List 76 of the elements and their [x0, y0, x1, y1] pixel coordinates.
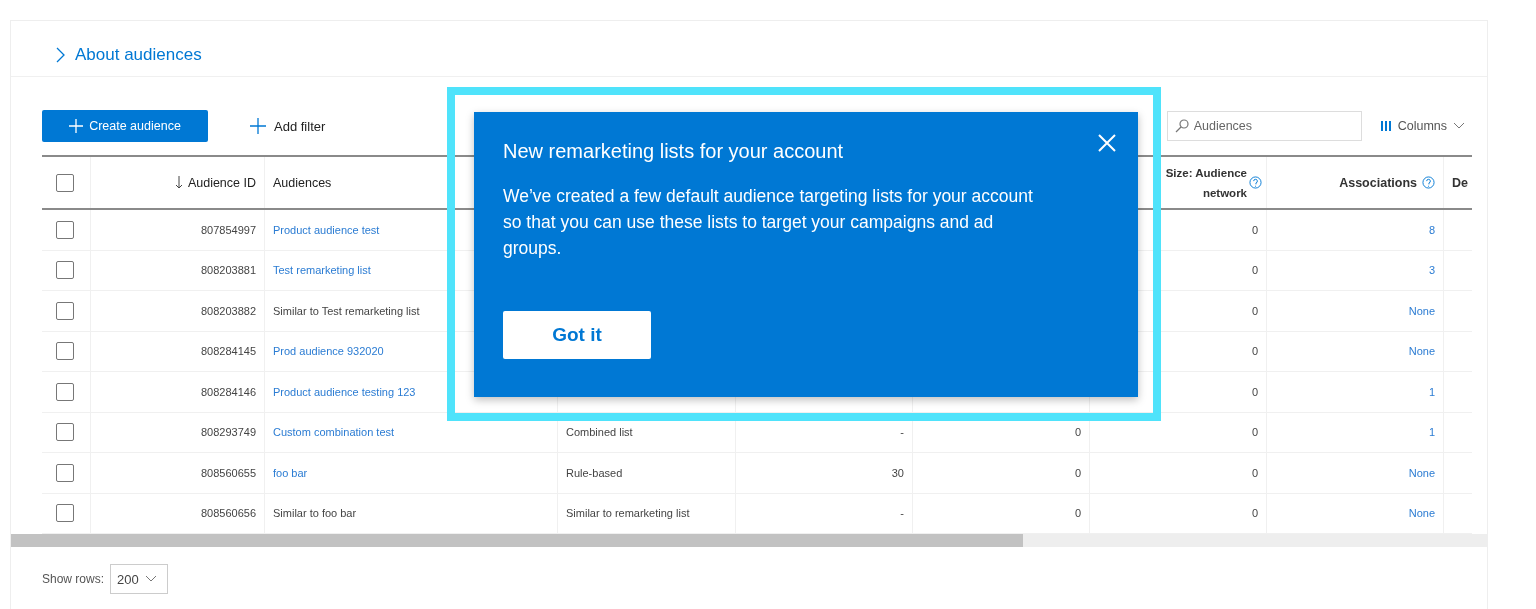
table-cell: 0 — [1074, 507, 1081, 520]
callout-text: We’ve created a few default audience targeting lists for your account so that you can use these lists to target your campaigns and ad groups. — [503, 185, 1034, 260]
table-cell: 0 — [1251, 223, 1258, 236]
columns-button[interactable]: Columns — [1373, 118, 1471, 134]
create-audience-button[interactable]: Create audience — [42, 110, 208, 142]
table-cell: 808284145 — [90, 331, 264, 371]
table-cell: Similar to Test remarketing list — [273, 304, 420, 317]
chevron-down-icon — [1453, 122, 1465, 130]
audience-link[interactable]: Product audience testing 123 — [273, 385, 416, 398]
close-button[interactable] — [1098, 134, 1116, 152]
show-rows-label: Show rows: — [42, 572, 105, 586]
search-icon — [1174, 119, 1189, 133]
table-cell: 0 — [1251, 507, 1258, 520]
table-cell: Similar to remarketing list — [566, 507, 690, 520]
table-cell: 0 — [1251, 385, 1258, 398]
row-checkbox[interactable] — [56, 463, 74, 482]
table-cell: 807854997 — [90, 210, 264, 250]
table-cell: - — [900, 507, 904, 520]
audience-link[interactable]: foo bar — [273, 466, 308, 479]
audience-link[interactable]: Product audience test — [273, 223, 380, 236]
column-header[interactable]: Size: Audience network — [1165, 162, 1247, 203]
table-cell: 808203882 — [90, 291, 264, 331]
table-cell: Rule-based — [566, 466, 623, 479]
associations-link[interactable]: None — [1408, 507, 1435, 520]
table-cell: 0 — [1251, 345, 1258, 358]
table-cell: 808203881 — [90, 250, 264, 290]
associations-link[interactable]: 1 — [1428, 426, 1435, 439]
table-cell: 808284146 — [90, 372, 264, 412]
column-header[interactable]: Associations — [1339, 175, 1417, 190]
column-header[interactable]: Audiences — [273, 175, 332, 190]
table-cell: Similar to foo bar — [273, 507, 357, 520]
row-checkbox[interactable] — [56, 261, 74, 280]
audience-link[interactable]: Prod audience 932020 — [273, 345, 384, 358]
table-cell: 808293749 — [90, 412, 264, 452]
chevron-down-icon — [144, 575, 157, 583]
audience-link[interactable]: Custom combination test — [273, 426, 395, 439]
help-icon[interactable] — [1249, 176, 1262, 189]
row-checkbox[interactable] — [56, 301, 74, 320]
associations-link[interactable]: 1 — [1428, 385, 1435, 398]
callout-title: New remarketing lists for your account — [503, 140, 845, 163]
row-checkbox[interactable] — [56, 504, 74, 523]
table-cell: 0 — [1251, 264, 1258, 277]
table-cell: 0 — [1251, 426, 1258, 439]
associations-link[interactable]: None — [1408, 345, 1435, 358]
table-cell: 0 — [1251, 304, 1258, 317]
add-filter-button[interactable]: Add filter — [244, 117, 332, 135]
column-header[interactable]: De — [1452, 175, 1468, 190]
table-cell: 0 — [1251, 466, 1258, 479]
columns-icon — [1379, 120, 1392, 132]
associations-link[interactable]: None — [1408, 304, 1435, 317]
associations-link[interactable]: 8 — [1428, 223, 1435, 236]
plus-icon — [250, 118, 266, 134]
table-cell: Combined list — [566, 426, 633, 439]
chevron-right-icon — [55, 46, 65, 63]
about-link[interactable]: About audiences — [55, 44, 202, 65]
table-cell: 0 — [1074, 426, 1081, 439]
row-checkbox[interactable] — [56, 342, 74, 361]
audience-link[interactable]: Test remarketing list — [273, 264, 371, 277]
table-cell: - — [900, 426, 904, 439]
search-field[interactable]: Audiences — [1166, 111, 1362, 141]
got-it-button[interactable]: Got it — [503, 311, 651, 359]
associations-link[interactable]: 3 — [1428, 264, 1435, 277]
plus-icon — [69, 119, 84, 133]
table-cell: 0 — [1074, 466, 1081, 479]
associations-link[interactable]: None — [1408, 466, 1435, 479]
table-cell: 808560655 — [90, 453, 264, 493]
row-checkbox[interactable] — [56, 220, 74, 239]
row-checkbox[interactable] — [56, 382, 74, 401]
row-checkbox[interactable] — [56, 423, 74, 442]
rows-per-page-dropdown[interactable]: 200 — [110, 564, 169, 594]
table-cell: 30 — [891, 466, 904, 479]
table-cell: 808560656 — [90, 493, 264, 533]
horizontal-scrollbar[interactable] — [11, 534, 1487, 547]
column-header[interactable]: Audience ID — [187, 175, 256, 190]
select-all-checkbox[interactable] — [56, 173, 74, 192]
help-icon[interactable] — [1422, 176, 1435, 189]
